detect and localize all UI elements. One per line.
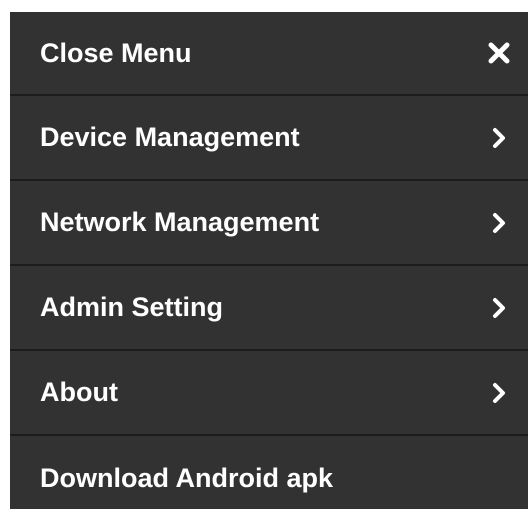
menu-item-download-android-apk[interactable]: Download Android apk bbox=[10, 436, 528, 509]
menu-item-label: Device Management bbox=[40, 122, 300, 152]
chevron-right-icon bbox=[486, 380, 512, 406]
menu-item-label: About bbox=[40, 377, 118, 407]
menu-item-label: Network Management bbox=[40, 207, 320, 237]
menu-item-label: Admin Setting bbox=[40, 292, 223, 322]
menu-item-label: Download Android apk bbox=[40, 463, 333, 493]
side-menu: Close Menu Device Management Network Man… bbox=[10, 12, 528, 509]
menu-item-about[interactable]: About bbox=[10, 351, 528, 436]
close-menu-button[interactable]: Close Menu bbox=[10, 12, 528, 96]
menu-item-admin-setting[interactable]: Admin Setting bbox=[10, 266, 528, 351]
close-icon[interactable] bbox=[486, 40, 512, 66]
chevron-right-icon bbox=[486, 210, 512, 236]
chevron-right-icon bbox=[486, 295, 512, 321]
chevron-right-icon bbox=[486, 125, 512, 151]
close-menu-label: Close Menu bbox=[40, 37, 192, 68]
menu-item-network-management[interactable]: Network Management bbox=[10, 181, 528, 266]
menu-item-device-management[interactable]: Device Management bbox=[10, 96, 528, 181]
